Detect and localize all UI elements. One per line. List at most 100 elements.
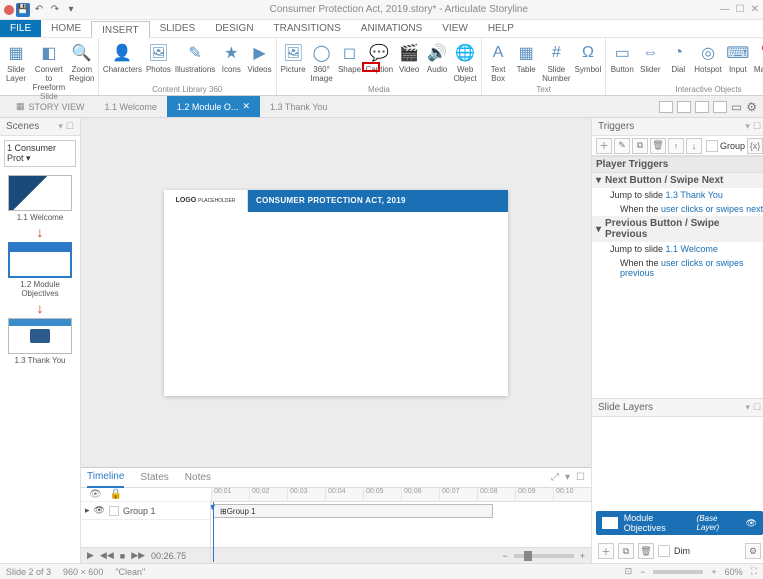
trigger-line[interactable]: Jump to slide 1.1 Welcome [592,242,763,256]
menu-file[interactable]: FILE [0,20,41,37]
text-box-button[interactable]: ATextBox [486,40,510,85]
characters-button[interactable]: 👤Characters [103,40,142,85]
lock-icon[interactable]: 🔒 [110,489,122,500]
edit-trigger-button[interactable]: ✎ [614,138,630,154]
tab-slide-1-3[interactable]: 1.3 Thank You [260,96,337,117]
tab-states[interactable]: States [140,468,168,487]
trigger-line[interactable]: Jump to slide 1.3 Thank You [592,188,763,202]
stop-icon[interactable]: ■ [120,551,125,561]
convert-freeform-button[interactable]: ◧Convert toFreeform [32,40,66,92]
tab-timeline[interactable]: Timeline [87,467,124,488]
copy-trigger-button[interactable]: ⧉ [632,138,648,154]
web-object-button[interactable]: 🌐WebObject [453,40,477,85]
redo-icon[interactable]: ↷ [48,3,62,17]
panel-close-icon[interactable]: ☐ [753,402,761,413]
dup-layer-button[interactable]: ⧉ [618,543,634,559]
base-layer-row[interactable]: Module Objectives (Base Layer) 👁 [596,511,763,535]
close-icon[interactable]: ✕ [751,4,759,15]
close-dot[interactable] [4,5,14,15]
tl-min-icon[interactable]: ▾ [565,472,570,483]
status-zoom-slider[interactable] [653,570,703,574]
eye-icon[interactable]: 👁 [89,489,102,500]
tab-story-view[interactable]: ▦STORY VIEW [6,96,95,117]
hotspot-button[interactable]: ◎Hotspot [694,40,722,85]
symbol-button[interactable]: ΩSymbol [575,40,602,85]
input-button[interactable]: ⌨Input [726,40,750,85]
picture-button[interactable]: 🖼Picture [281,40,306,85]
menu-transitions[interactable]: TRANSITIONS [264,20,351,37]
tab-close-icon[interactable]: ✕ [242,101,250,112]
dock-icon[interactable]: ▭ [731,100,742,114]
qat-more-icon[interactable]: ▾ [64,3,78,17]
marker-button[interactable]: 📍Marker [754,40,763,85]
button-button[interactable]: ▭Button [610,40,634,85]
trigger-prev-header[interactable]: ▾Previous Button / Swipe Previous [592,216,763,242]
menu-design[interactable]: DESIGN [205,20,263,37]
vars-button[interactable]: {x} [747,138,763,154]
caption-button[interactable]: 💬Caption [366,40,394,85]
table-button[interactable]: ▦Table [514,40,538,85]
down-trigger-button[interactable]: ↓ [686,138,702,154]
icons-button[interactable]: ★Icons [219,40,243,85]
tab-slide-1-2[interactable]: 1.2 Module O...✕ [167,96,260,117]
slider-button[interactable]: ⇔Slider [638,40,662,85]
illustrations-button[interactable]: ✎Illustrations [175,40,215,85]
play-icon[interactable]: ▶ [87,550,94,561]
group-checkbox[interactable] [706,140,718,152]
add-trigger-button[interactable]: ＋ [596,138,612,154]
layer-settings-button[interactable]: ⚙ [745,543,761,559]
panel-close-icon[interactable]: ☐ [66,121,74,132]
dim-checkbox[interactable] [658,545,670,557]
delete-layer-button[interactable]: 🗑 [638,543,654,559]
videos-button[interactable]: ▶Videos [247,40,271,85]
menu-animations[interactable]: ANIMATIONS [351,20,432,37]
panel-min-icon[interactable]: ▾ [745,402,750,413]
timeline-clip[interactable]: ⊞ Group 1 [213,504,493,518]
thumb-1-2[interactable] [8,242,72,278]
tab-notes[interactable]: Notes [185,468,211,487]
save-icon[interactable]: 💾 [16,3,30,17]
zoom-region-button[interactable]: 🔍ZoomRegion [70,40,94,92]
zoom-out-icon[interactable]: − [640,567,645,577]
tl-close-icon[interactable]: ☐ [576,472,585,483]
menu-help[interactable]: HELP [478,20,524,37]
settings-icon[interactable]: ⚙ [746,100,757,114]
timeline-row[interactable]: ▸👁Group 1 [81,502,210,520]
slide-number-button[interactable]: #SlideNumber [542,40,570,85]
360-image-button[interactable]: ◯360°Image [310,40,334,85]
slide-layer-button[interactable]: ▦SlideLayer [4,40,28,92]
trigger-next-header[interactable]: ▾Next Button / Swipe Next [592,173,763,188]
add-layer-button[interactable]: ＋ [598,543,614,559]
thumb-1-3[interactable] [8,318,72,354]
up-trigger-button[interactable]: ↑ [668,138,684,154]
back-icon[interactable]: ◀◀ [100,550,114,561]
zoom-slider[interactable] [514,554,574,558]
playhead[interactable] [213,502,214,562]
menu-home[interactable]: HOME [41,20,91,37]
tab-slide-1-1[interactable]: 1.1 Welcome [95,96,167,117]
scene-selector[interactable]: 1 Consumer Prot ▾ [4,140,76,167]
minimize-icon[interactable]: — [720,4,730,15]
maximize-icon[interactable]: ☐ [736,4,745,15]
photos-button[interactable]: 🖼Photos [146,40,171,85]
view-mode-2[interactable] [677,101,691,113]
panel-min-icon[interactable]: ▾ [58,121,63,132]
view-mode-1[interactable] [659,101,673,113]
trigger-line[interactable]: When the user clicks or swipes next [592,202,763,216]
tl-tool-icon[interactable]: ⤢ [551,472,559,483]
view-mode-3[interactable] [695,101,709,113]
dial-button[interactable]: ◔Dial [666,40,690,85]
fit-icon[interactable]: ⊡ [625,566,633,577]
eye-icon[interactable]: 👁 [746,518,757,529]
shape-button[interactable]: ◻Shape [338,40,362,85]
view-mode-4[interactable] [713,101,727,113]
zoom-in-icon[interactable]: + [711,567,716,577]
trigger-line[interactable]: When the user clicks or swipes previous [592,256,763,280]
fwd-icon[interactable]: ▶▶ [131,550,145,561]
video-button[interactable]: 🎬Video [397,40,421,85]
menu-insert[interactable]: INSERT [91,21,150,38]
menu-slides[interactable]: SLIDES [150,20,206,37]
delete-trigger-button[interactable]: 🗑 [650,138,666,154]
panel-close-icon[interactable]: ☐ [753,121,761,132]
slide-canvas[interactable]: LOGO PLACEHOLDER CONSUMER PROTECTION ACT… [81,118,591,467]
